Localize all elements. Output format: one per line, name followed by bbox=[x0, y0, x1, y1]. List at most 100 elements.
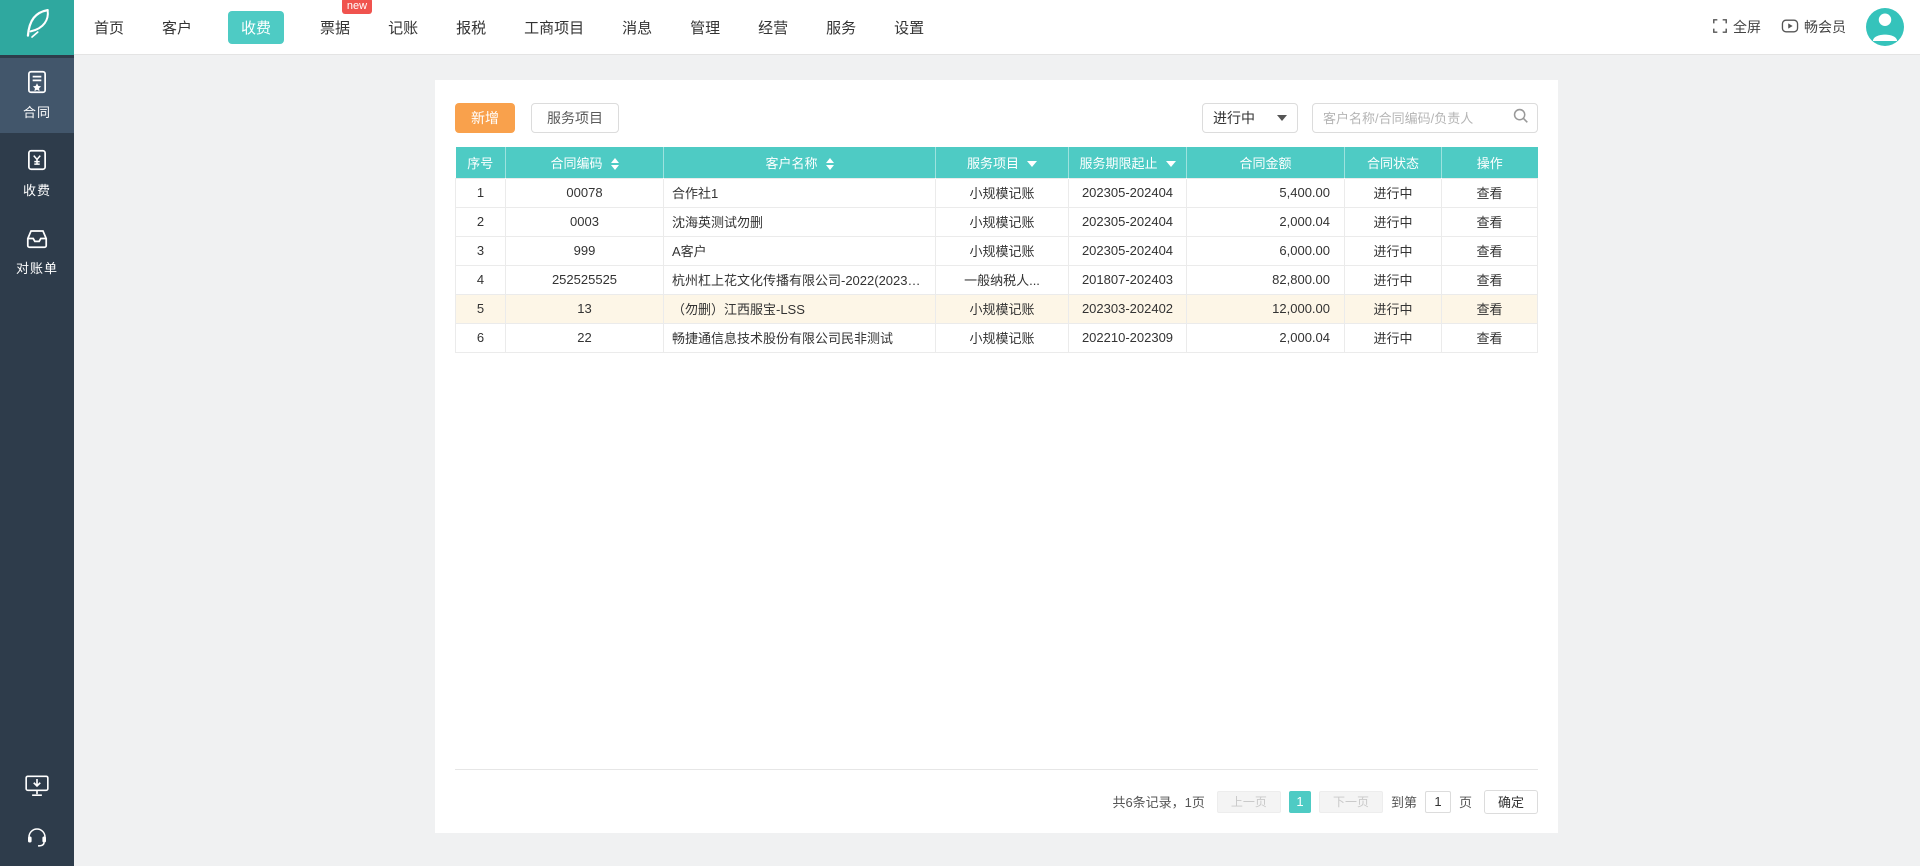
add-button[interactable]: 新增 bbox=[455, 103, 515, 133]
cell-amount: 5,400.00 bbox=[1186, 177, 1345, 208]
video-play-icon bbox=[1781, 18, 1799, 37]
user-icon bbox=[1868, 8, 1902, 46]
view-link[interactable]: 查看 bbox=[1476, 331, 1502, 346]
cell-code: 999 bbox=[505, 235, 664, 266]
cell-status: 进行中 bbox=[1344, 206, 1442, 237]
nav-item-label: 记账 bbox=[388, 19, 419, 37]
service-items-button[interactable]: 服务项目 bbox=[531, 103, 619, 133]
col-amount: 合同金额 bbox=[1186, 147, 1345, 178]
col-status: 合同状态 bbox=[1344, 147, 1442, 178]
cell-service: 小规模记账 bbox=[935, 322, 1069, 353]
prev-page-button[interactable]: 上一页 bbox=[1216, 790, 1281, 813]
sidebar-item-label: 合同 bbox=[22, 105, 51, 120]
cell-code: 252525525 bbox=[505, 264, 664, 295]
sidebar: 合同 收费 对账单 bbox=[0, 55, 74, 866]
cell-customer: A客户 bbox=[663, 235, 936, 266]
cell-customer: 杭州杠上花文化传播有限公司-2022(202303101304... bbox=[663, 264, 936, 295]
nav-item-fee[interactable]: 收费 bbox=[228, 10, 285, 44]
cell-customer: 畅捷通信息技术股份有限公司民非测试 bbox=[663, 322, 936, 353]
top-nav: 首页 客户 收费 票据 new 记账 报税 工商项目 消息 管理 经营 服务 设置 全屏 畅会员 bbox=[0, 0, 1920, 55]
table-header-row: 序号 合同编码 客户名称 服务项目 服务期限起止 合同金额 合同状态 操作 bbox=[455, 147, 1538, 178]
sort-icon bbox=[825, 158, 834, 171]
view-link[interactable]: 查看 bbox=[1476, 186, 1502, 201]
confirm-button[interactable]: 确定 bbox=[1483, 789, 1538, 814]
view-link[interactable]: 查看 bbox=[1476, 215, 1502, 230]
table-wrap: 序号 合同编码 客户名称 服务项目 服务期限起止 合同金额 合同状态 操作 1 00078 合作社… bbox=[435, 147, 1558, 353]
status-filter-value: 进行中 bbox=[1213, 110, 1255, 126]
goto-page-input[interactable] bbox=[1424, 790, 1451, 813]
table-row: 2 0003 沈海英测试勿删 小规模记账 202305-202404 2,000.04 进行… bbox=[455, 206, 1538, 237]
cell-action: 查看 bbox=[1441, 177, 1538, 208]
nav-item-settings[interactable]: 设置 bbox=[892, 11, 926, 44]
col-label: 操作 bbox=[1476, 155, 1503, 171]
search-box bbox=[1312, 103, 1538, 133]
cell-service: 小规模记账 bbox=[935, 293, 1069, 324]
col-label: 服务项目 bbox=[966, 155, 1019, 171]
cell-seq: 2 bbox=[455, 206, 506, 237]
fullscreen-button[interactable]: 全屏 bbox=[1712, 17, 1761, 37]
nav-item-operation[interactable]: 经营 bbox=[756, 11, 790, 44]
search-icon[interactable] bbox=[1512, 107, 1529, 129]
goto-suffix-label: 页 bbox=[1458, 795, 1472, 810]
col-label: 序号 bbox=[467, 155, 494, 171]
nav-item-label: 经营 bbox=[758, 19, 789, 37]
main-area: 新增 服务项目 进行中 客户名称/合同编码/负责人 序号 合同编码 客户名称 服… bbox=[74, 55, 1920, 866]
col-label: 服务期限起止 bbox=[1079, 155, 1158, 171]
nav-item-business-project[interactable]: 工商项目 bbox=[522, 11, 586, 44]
col-code[interactable]: 合同编码 bbox=[505, 147, 664, 178]
nav-right: 全屏 畅会员 bbox=[1712, 8, 1904, 46]
avatar[interactable] bbox=[1866, 8, 1904, 46]
status-filter-select[interactable]: 进行中 bbox=[1202, 103, 1298, 133]
sort-icon bbox=[610, 158, 619, 171]
col-label: 合同编码 bbox=[550, 155, 603, 171]
nav-item-home[interactable]: 首页 bbox=[92, 11, 126, 44]
chevron-down-icon bbox=[1277, 115, 1287, 121]
sort-down-triangle bbox=[610, 165, 619, 171]
nav-item-customer[interactable]: 客户 bbox=[160, 11, 194, 44]
col-label: 合同状态 bbox=[1366, 155, 1419, 171]
cell-period: 202305-202404 bbox=[1068, 177, 1187, 208]
nav-item-management[interactable]: 管理 bbox=[688, 11, 722, 44]
col-period[interactable]: 服务期限起止 bbox=[1068, 147, 1187, 178]
nav-item-label: 管理 bbox=[690, 19, 721, 37]
cell-customer: 合作社1 bbox=[663, 177, 936, 208]
view-link[interactable]: 查看 bbox=[1476, 273, 1502, 288]
fullscreen-label: 全屏 bbox=[1733, 19, 1761, 35]
cell-action: 查看 bbox=[1441, 206, 1538, 237]
search-input[interactable] bbox=[1323, 110, 1512, 126]
contract-icon bbox=[0, 69, 74, 97]
current-page-button[interactable]: 1 bbox=[1288, 790, 1311, 813]
col-service[interactable]: 服务项目 bbox=[935, 147, 1069, 178]
cell-amount: 2,000.04 bbox=[1186, 322, 1345, 353]
nav-item-label: 工商项目 bbox=[524, 19, 585, 37]
cell-status: 进行中 bbox=[1344, 322, 1442, 353]
sidebar-item-fee[interactable]: 收费 bbox=[0, 136, 74, 211]
filter-dropdown-icon bbox=[1027, 161, 1037, 168]
contracts-table: 序号 合同编码 客户名称 服务项目 服务期限起止 合同金额 合同状态 操作 1 00078 合作社… bbox=[455, 147, 1538, 353]
next-page-button[interactable]: 下一页 bbox=[1318, 790, 1383, 813]
sidebar-item-contract[interactable]: 合同 bbox=[0, 58, 74, 133]
nav-item-bookkeeping[interactable]: 记账 bbox=[386, 11, 420, 44]
customer-service-button[interactable] bbox=[25, 824, 49, 850]
nav-item-service[interactable]: 服务 bbox=[824, 11, 858, 44]
member-button[interactable]: 畅会员 bbox=[1781, 17, 1846, 37]
nav-item-message[interactable]: 消息 bbox=[620, 11, 654, 44]
cell-action: 查看 bbox=[1441, 264, 1538, 295]
view-link[interactable]: 查看 bbox=[1476, 244, 1502, 259]
table-row: 4252525525杭州杠上花文化传播有限公司-2022(20230310130… bbox=[455, 264, 1538, 295]
col-action: 操作 bbox=[1441, 147, 1538, 178]
cell-customer: （勿删）江西服宝-LSS bbox=[663, 293, 936, 324]
client-download-button[interactable] bbox=[24, 774, 50, 800]
app-logo[interactable] bbox=[0, 0, 74, 55]
sort-down-triangle bbox=[825, 165, 834, 171]
view-link[interactable]: 查看 bbox=[1476, 302, 1502, 317]
nav-items: 首页 客户 收费 票据 new 记账 报税 工商项目 消息 管理 经营 服务 设置 bbox=[92, 0, 926, 54]
sidebar-item-statement[interactable]: 对账单 bbox=[0, 214, 74, 289]
cell-code: 00078 bbox=[505, 177, 664, 208]
toolbar: 新增 服务项目 进行中 bbox=[435, 80, 1558, 147]
cell-customer: 沈海英测试勿删 bbox=[663, 206, 936, 237]
nav-item-invoice[interactable]: 票据 new bbox=[318, 0, 373, 44]
nav-item-label: 消息 bbox=[622, 19, 653, 37]
col-customer[interactable]: 客户名称 bbox=[663, 147, 936, 178]
nav-item-tax-filing[interactable]: 报税 bbox=[454, 11, 488, 44]
